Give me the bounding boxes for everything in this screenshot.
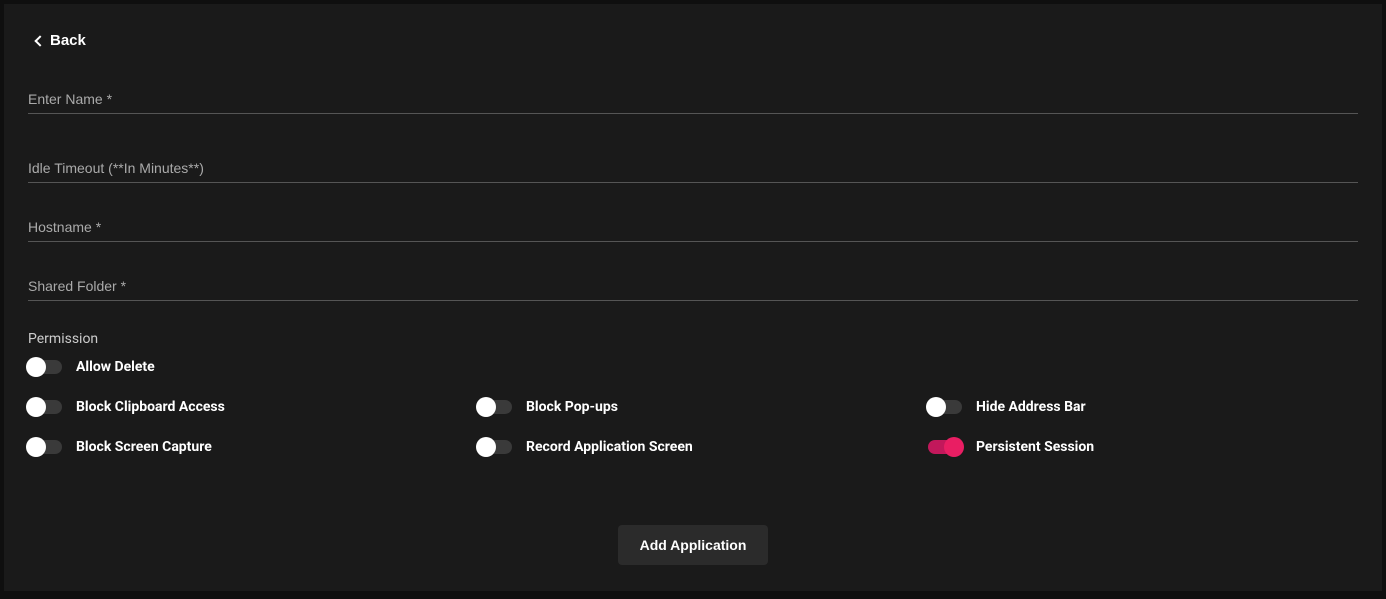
allow-delete-item: Allow Delete [28,359,1358,375]
block-clipboard-item: Block Clipboard Access [28,399,458,415]
block-popups-toggle[interactable] [478,400,512,414]
record-app-screen-label: Record Application Screen [526,439,693,455]
permission-heading: Permission [28,331,1358,347]
hide-address-bar-item: Hide Address Bar [928,399,1358,415]
shared-folder-field-wrap [28,272,1358,301]
hide-address-bar-toggle[interactable] [928,400,962,414]
block-clipboard-label: Block Clipboard Access [76,399,225,415]
hostname-field-wrap [28,213,1358,242]
form-panel: Back Permission Allow Delete Block Clipb… [4,4,1382,591]
toggle-grid: Block Clipboard Access Block Pop-ups Hid… [28,399,1358,455]
back-label: Back [50,32,86,49]
form-fields [28,85,1358,301]
idle-timeout-input[interactable] [28,154,1358,183]
allow-delete-label: Allow Delete [76,359,155,375]
block-screen-capture-item: Block Screen Capture [28,439,458,455]
name-input[interactable] [28,85,1358,114]
record-app-screen-toggle[interactable] [478,440,512,454]
block-screen-capture-toggle[interactable] [28,440,62,454]
block-popups-item: Block Pop-ups [478,399,908,415]
idle-field-wrap [28,154,1358,183]
name-field-wrap [28,85,1358,114]
allow-delete-toggle[interactable] [28,360,62,374]
record-app-screen-item: Record Application Screen [478,439,908,455]
block-screen-capture-label: Block Screen Capture [76,439,212,455]
persistent-session-item: Persistent Session [928,439,1358,455]
block-clipboard-toggle[interactable] [28,400,62,414]
persistent-session-toggle[interactable] [928,440,962,454]
add-application-button[interactable]: Add Application [618,525,769,565]
chevron-left-icon [34,35,45,46]
allow-delete-row: Allow Delete [28,359,1358,375]
hide-address-bar-label: Hide Address Bar [976,399,1086,415]
back-button[interactable]: Back [28,24,100,57]
hostname-input[interactable] [28,213,1358,242]
add-button-wrap: Add Application [4,525,1382,565]
shared-folder-input[interactable] [28,272,1358,301]
persistent-session-label: Persistent Session [976,439,1094,455]
block-popups-label: Block Pop-ups [526,399,618,415]
